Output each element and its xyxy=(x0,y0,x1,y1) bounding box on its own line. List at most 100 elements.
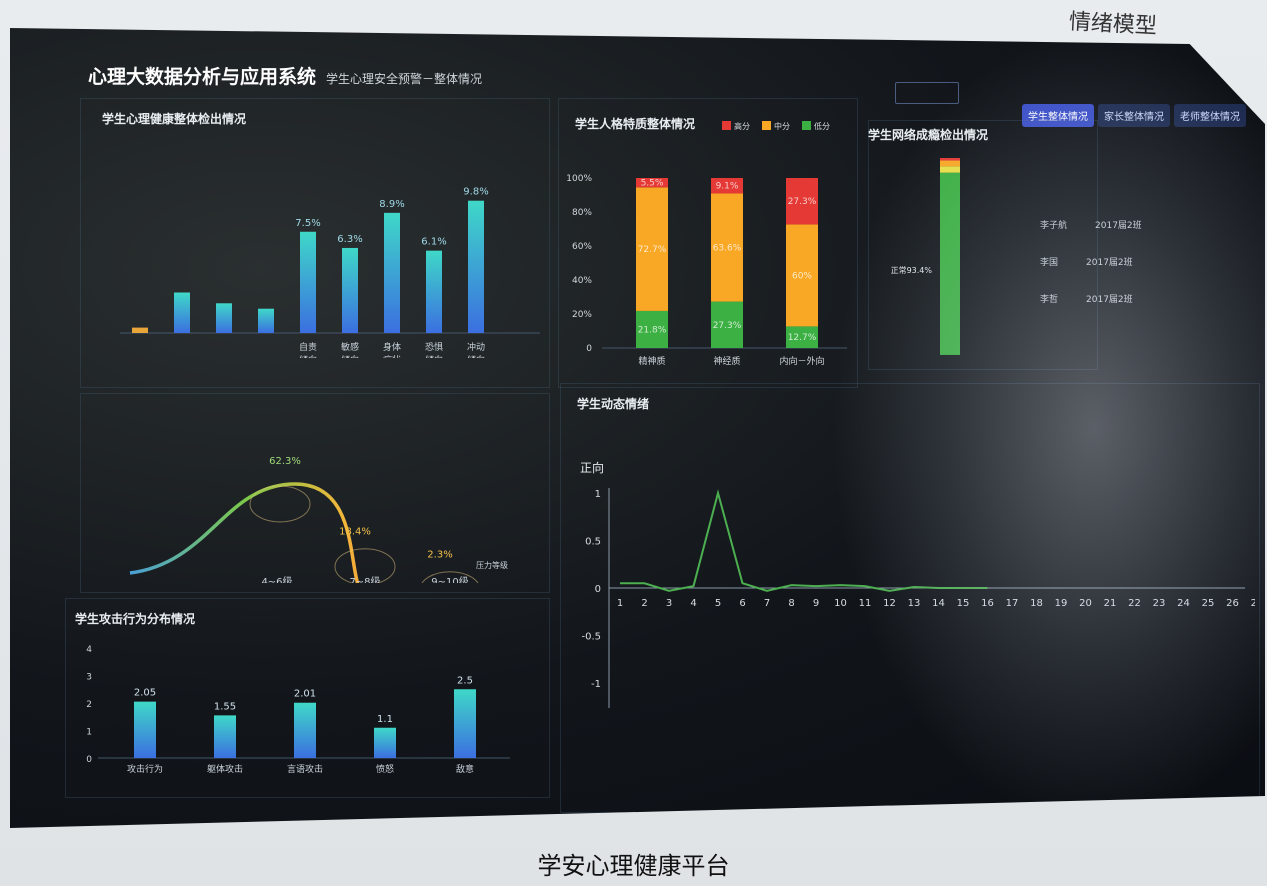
attack-bar-label: 2.05 xyxy=(134,688,156,699)
pressure-x-axis-label: 压力等级 xyxy=(476,560,508,570)
attack-bar xyxy=(134,701,156,758)
emotion-x-tick: 11 xyxy=(859,598,872,609)
dashboard-screen: 心理大数据分析与应用系统 学生心理安全预警－整体情况 学生整体情况 家长整体情况… xyxy=(10,28,1265,828)
table-row[interactable]: 李子航 2017届2班 xyxy=(1040,218,1142,231)
health-bar-label: 8.9% xyxy=(379,199,404,210)
network-segment xyxy=(940,172,960,355)
health-bar-label: 6.3% xyxy=(337,234,362,245)
pressure-x-tick: 4~6级 xyxy=(261,576,292,583)
emotion-x-tick: 1 xyxy=(617,598,623,609)
emotion-x-tick: 15 xyxy=(957,598,970,609)
health-bar xyxy=(216,303,232,333)
health-bar-label: 6.1% xyxy=(421,237,446,248)
personality-x-tick: 内向－外向 xyxy=(779,355,824,367)
emotion-x-tick: 25 xyxy=(1202,598,1215,609)
health-bar xyxy=(132,327,148,333)
personality-y-tick: 80% xyxy=(572,208,592,218)
row-class: 2017届2班 xyxy=(1095,221,1142,231)
emotion-x-tick: 7 xyxy=(764,598,770,609)
table-row[interactable]: 李国 2017届2班 xyxy=(1040,255,1142,268)
legend-swatch xyxy=(802,121,811,130)
health-bar-label: 7.5% xyxy=(295,218,320,229)
personality-segment-label: 63.6% xyxy=(713,244,742,254)
pressure-label: 62.3% xyxy=(269,456,301,467)
table-row[interactable]: 李哲 2017届2班 xyxy=(1040,292,1142,305)
pressure-curve xyxy=(129,482,461,583)
emotion-y-tick: -1 xyxy=(591,679,601,690)
personality-segment-label: 12.7% xyxy=(788,333,817,343)
pressure-chart: 62.3% 18.4% 2.3% 4~6级 7~8级 9~10级 压力等级 xyxy=(129,456,508,583)
personality-segment-label: 27.3% xyxy=(788,197,817,207)
attack-bar-label: 2.01 xyxy=(294,689,316,700)
personality-segment-label: 27.3% xyxy=(713,321,742,331)
legend-label: 高分 xyxy=(734,121,750,131)
emotion-x-tick: 14 xyxy=(932,598,945,609)
emotion-x-tick: 24 xyxy=(1177,598,1190,609)
tab-teacher-overall[interactable]: 老师整体情况 xyxy=(1174,104,1246,127)
emotion-y-tick: 0.5 xyxy=(585,537,601,548)
tab-parent-overall[interactable]: 家长整体情况 xyxy=(1098,104,1170,127)
emotion-chart: 正向负向-1-0.500.511234567891011121314151617… xyxy=(580,460,1255,708)
attack-bar xyxy=(294,702,316,758)
emotion-x-tick: 2 xyxy=(641,598,647,609)
filter-dropdown[interactable] xyxy=(895,82,959,104)
pressure-x-tick: 7~8级 xyxy=(349,576,380,583)
emotion-x-tick: 10 xyxy=(834,598,847,609)
row-name: 李国 xyxy=(1040,258,1059,268)
attack-x-tick: 敌意 xyxy=(456,763,474,775)
personality-segment-label: 21.8% xyxy=(638,325,667,335)
attack-chart: 0 1 2 3 4 2.05 攻击行为 1.55 躯体攻击 2.01 言语攻击 1.1 愤怒 2.5 敌意 xyxy=(86,645,510,775)
emotion-x-tick: 26 xyxy=(1226,598,1239,609)
pressure-x-tick: 9~10级 xyxy=(431,576,468,583)
personality-segment-label: 5.5% xyxy=(641,179,664,189)
attack-bar-label: 2.5 xyxy=(457,675,473,686)
health-bar xyxy=(174,292,190,333)
emotion-x-tick: 21 xyxy=(1104,598,1117,609)
health-panel-title: 学生心理健康整体检出情况 xyxy=(102,112,247,126)
health-bar xyxy=(468,200,484,333)
screen-header: 心理大数据分析与应用系统 学生心理安全预警－整体情况 xyxy=(88,62,482,89)
attack-x-tick: 躯体攻击 xyxy=(207,763,243,775)
health-chart: 7.5% 自责倾向 6.3% 敏感倾向 8.9% 身体症状 6.1% 恐惧倾向 9.8% 冲动倾向 xyxy=(120,187,540,358)
row-name: 李子航 xyxy=(1040,221,1068,231)
emotion-x-tick: 22 xyxy=(1128,598,1141,609)
emotion-y-tick: 0 xyxy=(595,584,601,595)
personality-segment-label: 72.7% xyxy=(638,245,667,255)
emotion-x-tick: 18 xyxy=(1030,598,1043,609)
attack-x-tick: 愤怒 xyxy=(376,763,394,775)
personality-y-tick: 20% xyxy=(572,310,592,320)
emotion-y-tick: -0.5 xyxy=(581,632,601,643)
personality-x-tick: 神经质 xyxy=(713,355,740,367)
emotion-x-tick: 13 xyxy=(908,598,921,609)
row-class: 2017届2班 xyxy=(1086,295,1133,305)
network-panel-title: 学生网络成瘾检出情况 xyxy=(868,128,989,142)
emotion-x-tick: 5 xyxy=(715,598,721,609)
health-bar-label: 9.8% xyxy=(463,187,488,198)
attack-x-tick: 言语攻击 xyxy=(287,763,323,775)
personality-chart: 0 20% 40% 60% 80% 100% 21.8% 72.7% 5.5% 精神质 27.3% 6… xyxy=(566,174,847,367)
attack-y-tick: 4 xyxy=(86,645,92,655)
system-subtitle: 学生心理安全预警－整体情况 xyxy=(326,72,483,86)
pressure-label: 2.3% xyxy=(427,550,452,561)
health-x-tick: 自责 xyxy=(299,341,317,353)
network-segment xyxy=(940,160,960,167)
health-x-tick: 症状 xyxy=(383,354,401,358)
attack-y-tick: 2 xyxy=(86,700,92,710)
emotion-x-tick: 23 xyxy=(1153,598,1166,609)
emotion-line xyxy=(620,489,988,592)
emotion-panel-title: 学生动态情绪 xyxy=(577,397,650,411)
emotion-x-tick: 20 xyxy=(1079,598,1092,609)
personality-y-tick: 40% xyxy=(572,276,592,286)
emotion-x-tick: 8 xyxy=(788,598,794,609)
health-x-tick: 倾向 xyxy=(467,354,485,358)
health-x-tick: 敏感 xyxy=(341,341,359,353)
attack-bar xyxy=(374,727,396,758)
legend-label: 低分 xyxy=(814,121,830,131)
row-name: 李哲 xyxy=(1040,295,1059,305)
health-x-tick: 冲动 xyxy=(467,341,485,353)
network-segment xyxy=(940,158,960,161)
book-caption: 学安心理健康平台 xyxy=(537,852,730,880)
emotion-x-tick: 16 xyxy=(981,598,994,609)
health-bar xyxy=(258,308,274,333)
health-bar xyxy=(300,231,316,333)
